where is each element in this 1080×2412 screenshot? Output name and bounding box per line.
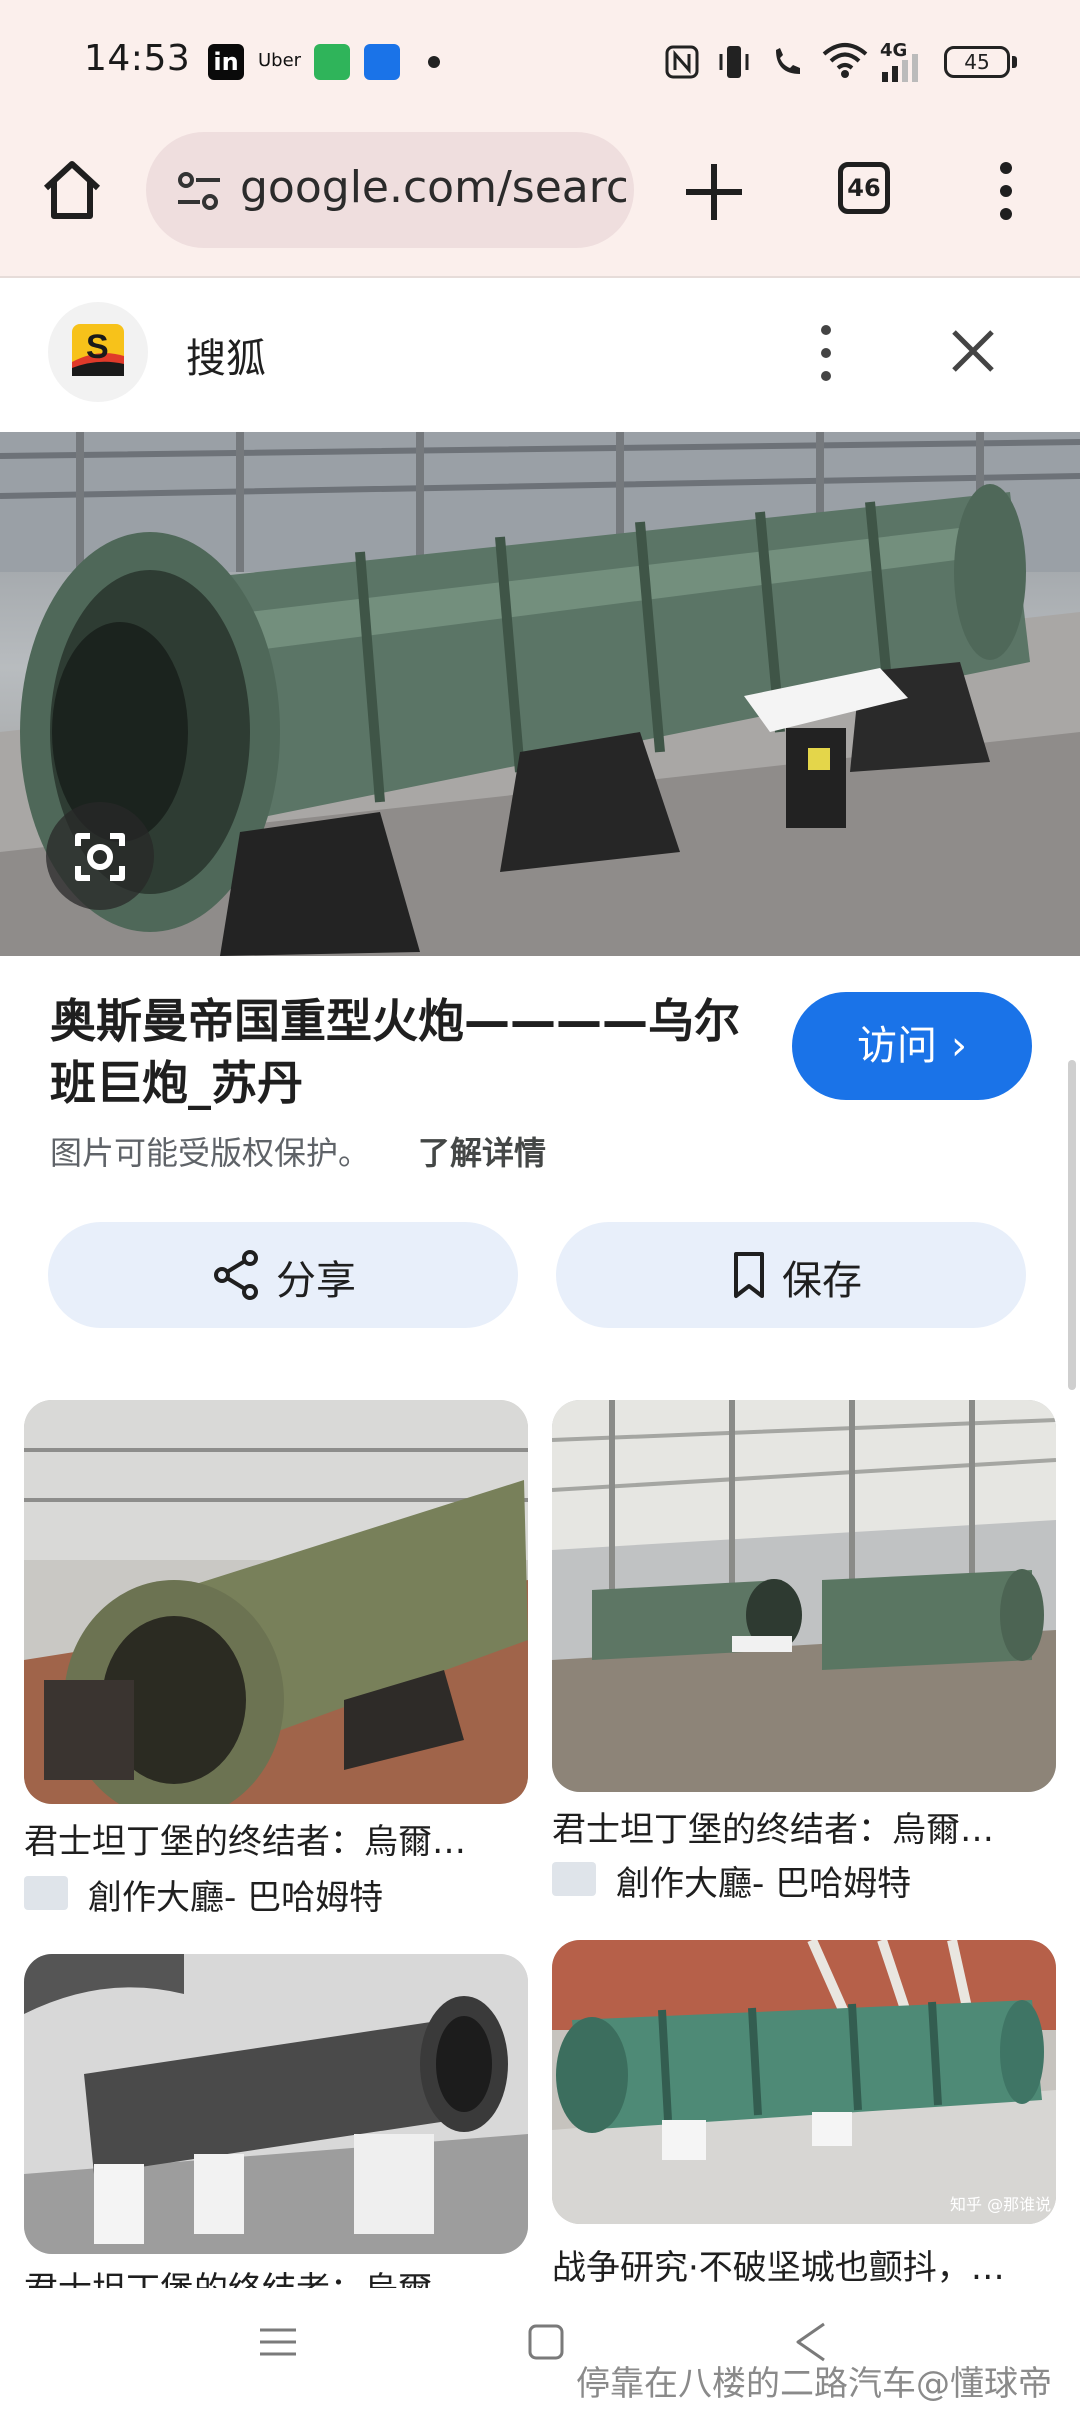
- source-more-icon[interactable]: [806, 320, 846, 386]
- related-image[interactable]: [24, 1400, 528, 1804]
- save-button[interactable]: 保存: [556, 1222, 1026, 1328]
- nfc-icon: [665, 45, 699, 79]
- address-bar[interactable]: google.com/search: [146, 132, 634, 248]
- wifi-call-icon: [776, 48, 800, 74]
- signal-icon: [882, 54, 918, 82]
- lens-search-button[interactable]: [46, 802, 154, 910]
- lens-icon[interactable]: [46, 802, 154, 910]
- related-source[interactable]: 創作大廳- 巴哈姆特: [616, 1856, 911, 1905]
- share-label: 分享: [276, 1258, 356, 1304]
- new-tab-icon[interactable]: [676, 154, 752, 230]
- visit-button[interactable]: 访问 ›: [792, 992, 1032, 1100]
- result-title: 奥斯曼帝国重型火炮————乌尔班巨炮_苏丹: [50, 994, 740, 1110]
- image-watermark: 知乎 @那谁说: [950, 2195, 1051, 2214]
- watermark-text: 停靠在八楼的二路汽车@懂球帝: [576, 2364, 1052, 2404]
- related-image[interactable]: [552, 1400, 1056, 1792]
- sohu-logo: S: [48, 302, 148, 402]
- scrollbar[interactable]: [1068, 1060, 1076, 1390]
- share-icon: [214, 1250, 258, 1300]
- related-title[interactable]: 战争研究·不破坚城也颤抖，…: [552, 2240, 1056, 2289]
- save-label: 保存: [782, 1258, 862, 1304]
- home-icon[interactable]: [36, 154, 108, 226]
- bookmark-icon: [734, 1252, 764, 1298]
- learn-more-link[interactable]: 了解详情: [418, 1128, 546, 1174]
- source-header: [0, 278, 1080, 430]
- share-button[interactable]: 分享: [48, 1222, 518, 1328]
- tab-switcher-button[interactable]: 46: [838, 162, 890, 214]
- battery-level: 45: [944, 46, 1010, 78]
- source-name[interactable]: 搜狐: [186, 326, 266, 384]
- related-image[interactable]: [24, 1954, 528, 2254]
- close-icon[interactable]: [940, 318, 1006, 384]
- related-image[interactable]: 知乎 @那谁说: [552, 1940, 1056, 2224]
- copyright-notice: 图片可能受版权保护。: [50, 1134, 371, 1172]
- overflow-menu-icon[interactable]: [986, 158, 1026, 224]
- more-notifications-icon: [428, 56, 440, 68]
- shield-icon: [364, 44, 400, 80]
- bahamut-logo: [552, 1862, 596, 1896]
- uber-icon: Uber: [258, 50, 302, 71]
- visit-label: 访问: [857, 1023, 937, 1069]
- home-nav-icon[interactable]: [526, 2322, 566, 2362]
- url-text[interactable]: google.com/search: [240, 162, 626, 213]
- related-title[interactable]: 君士坦丁堡的终结者：烏爾…: [24, 1814, 528, 1863]
- battery-icon: [1012, 56, 1017, 68]
- main-image[interactable]: [0, 432, 1080, 956]
- related-title[interactable]: 君士坦丁堡的终结者：烏爾…: [552, 1802, 1056, 1851]
- wifi-icon: [822, 43, 868, 78]
- site-settings-icon[interactable]: [174, 166, 224, 216]
- vibrate-icon: [719, 46, 749, 78]
- recents-menu-icon[interactable]: [258, 2322, 298, 2362]
- bahamut-logo: [24, 1876, 68, 1910]
- status-time: 14:53: [84, 38, 191, 79]
- messages-icon: [314, 44, 350, 80]
- linkedin-icon: in: [208, 44, 244, 80]
- svg-text:S: S: [86, 328, 109, 366]
- related-source[interactable]: 創作大廳- 巴哈姆特: [88, 1870, 383, 1919]
- chevron-right-icon: ›: [951, 1023, 967, 1069]
- related-title[interactable]: 君士坦丁堡的终结者：烏爾…: [24, 2262, 528, 2288]
